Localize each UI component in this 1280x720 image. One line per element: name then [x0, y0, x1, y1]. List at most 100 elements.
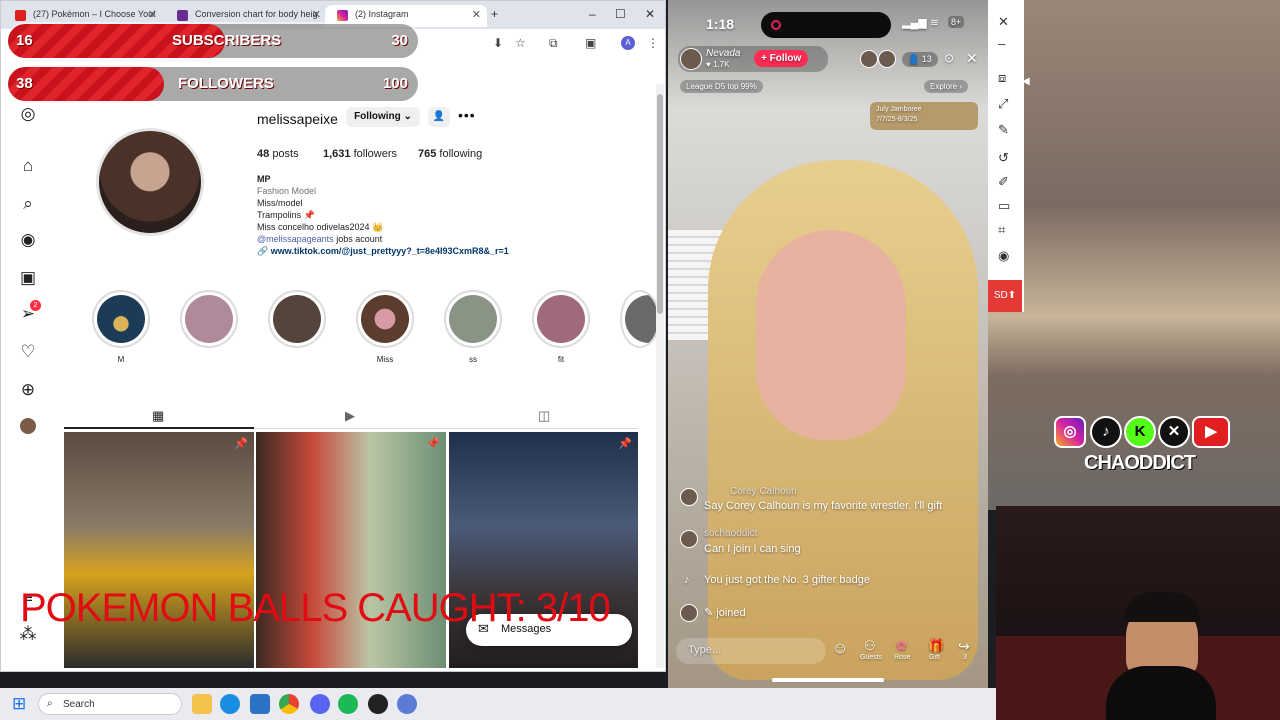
- screenshot-icon[interactable]: ⧈: [998, 70, 1006, 86]
- extensions-icon[interactable]: ⧉: [549, 36, 558, 51]
- reels-tab-icon[interactable]: ▶: [345, 408, 355, 424]
- windows-start-icon[interactable]: ⊞: [12, 694, 26, 714]
- pokemon-counter-overlay: POKEMON BALLS CAUGHT: 3/10: [20, 586, 611, 630]
- subscribers-goal-bar: 16 SUBSCRIBERS 30: [8, 24, 418, 58]
- story-highlight[interactable]: [268, 290, 326, 348]
- tiktok-live-phone: 1:18 ▂▄▆ ≋ 8+ Nevada ♥ 1.7K + Follow 👤 1…: [668, 0, 988, 688]
- viewer-avatar[interactable]: [878, 50, 896, 68]
- tiktok-note-icon: ♪: [684, 574, 690, 586]
- maximize-button[interactable]: ☐: [615, 7, 626, 21]
- suggest-user-button[interactable]: 👤: [428, 107, 450, 127]
- battery-indicator: 8+: [948, 16, 965, 28]
- store-icon[interactable]: [250, 694, 270, 714]
- scrollbar[interactable]: [656, 84, 664, 668]
- post-thumbnail[interactable]: 📌: [256, 432, 446, 668]
- install-icon[interactable]: ⬇: [493, 36, 503, 50]
- viewer-avatar[interactable]: [860, 50, 878, 68]
- event-banner[interactable]: July Jamboree 7/7/25-8/3/25: [870, 102, 978, 130]
- subscribers-goal: 30: [391, 32, 408, 49]
- bookmark-star-icon[interactable]: ☆: [515, 36, 526, 50]
- file-explorer-icon[interactable]: [192, 694, 212, 714]
- tagged-icon[interactable]: ◫: [538, 408, 550, 424]
- pen-icon[interactable]: ✐: [998, 174, 1009, 190]
- share-count: 3: [963, 654, 967, 661]
- dynamic-island: [761, 12, 891, 38]
- create-icon[interactable]: ⊕: [18, 380, 38, 400]
- spotify-icon[interactable]: [338, 694, 358, 714]
- collapse-arrow-icon[interactable]: ◀: [1022, 76, 1030, 87]
- story-highlight[interactable]: [356, 290, 414, 348]
- close-icon[interactable]: ✕: [472, 8, 481, 21]
- home-icon[interactable]: ⌂: [18, 156, 38, 176]
- join-message: ✎ joined: [704, 607, 746, 619]
- story-highlight[interactable]: [620, 290, 660, 348]
- story-highlight[interactable]: [532, 290, 590, 348]
- fullscreen-icon[interactable]: ⤢: [998, 96, 1008, 112]
- profile-avatar[interactable]: A: [621, 36, 635, 50]
- crop-icon[interactable]: ⌗: [998, 222, 1005, 238]
- new-tab-button[interactable]: +: [491, 7, 498, 21]
- scrollbar-thumb[interactable]: [657, 94, 663, 314]
- close-live-icon[interactable]: ✕: [966, 50, 978, 67]
- instagram-logo-icon[interactable]: ◎: [18, 104, 38, 124]
- search-icon[interactable]: ⌕: [18, 194, 38, 214]
- bio-mention-link[interactable]: @melissapageants: [257, 234, 334, 244]
- system-message: You just got the No. 3 gifter badge: [704, 574, 870, 586]
- bio-external-link[interactable]: 🔗 www.tiktok.com/@just_prettyyy?_t=8e4I9…: [257, 246, 509, 257]
- host-avatar[interactable]: [680, 48, 702, 70]
- explore-button[interactable]: Explore ›: [924, 80, 969, 93]
- share-icon[interactable]: ↪: [958, 638, 970, 655]
- menu-icon[interactable]: ⋮: [647, 36, 659, 50]
- following-count[interactable]: 765 following: [418, 148, 482, 160]
- gift-icon[interactable]: 🎁: [928, 638, 944, 654]
- close-window-button[interactable]: ✕: [645, 7, 655, 21]
- sd-button[interactable]: SD⬆: [988, 280, 1022, 312]
- following-button[interactable]: Following ⌄: [346, 107, 420, 127]
- explore-icon[interactable]: ◉: [18, 230, 38, 250]
- sidepanel-icon[interactable]: ▣: [585, 36, 596, 50]
- profile-avatar-large[interactable]: [96, 128, 204, 236]
- layout-icon[interactable]: ▭: [998, 198, 1010, 214]
- grid-icon[interactable]: ▦: [152, 408, 164, 424]
- pin-icon[interactable]: ✎: [998, 122, 1009, 138]
- minimize-button[interactable]: –: [589, 7, 596, 21]
- rotate-icon[interactable]: ↺: [998, 150, 1009, 166]
- story-highlight[interactable]: [444, 290, 502, 348]
- discord-icon[interactable]: [310, 694, 330, 714]
- instagram-sidebar: ◎ ⌂ ⌕ ◉ ▣ ➢ 2 ♡ ⊕ ≡ ⁂: [2, 90, 52, 650]
- chrome-icon[interactable]: [279, 694, 299, 714]
- profile-icon[interactable]: [20, 418, 36, 434]
- active-tab-indicator: [64, 427, 254, 429]
- edge-icon[interactable]: [220, 694, 240, 714]
- emoji-icon[interactable]: ☺: [832, 640, 848, 658]
- league-badge[interactable]: League D5 top 99%: [680, 80, 763, 93]
- obs-icon[interactable]: [368, 694, 388, 714]
- subscribers-current: 16: [16, 32, 33, 49]
- app-icon[interactable]: [397, 694, 417, 714]
- heart-icon[interactable]: ♡: [18, 342, 38, 362]
- posts-count[interactable]: 48 posts: [257, 148, 299, 160]
- tiktok-icon: ♪: [1090, 416, 1122, 448]
- story-highlight[interactable]: [180, 290, 238, 348]
- messages-icon[interactable]: ➢ 2: [18, 300, 41, 324]
- follow-host-button[interactable]: + Follow: [754, 50, 809, 67]
- bio-line: Miss/model: [257, 198, 303, 208]
- close-icon[interactable]: ✕: [998, 14, 1009, 30]
- reels-icon[interactable]: ▣: [18, 268, 38, 288]
- close-icon[interactable]: ✕: [148, 8, 157, 21]
- rose-icon[interactable]: ✿: [896, 638, 907, 654]
- taskbar-search[interactable]: ⌕ Search: [38, 693, 182, 715]
- record-icon[interactable]: ◉: [998, 248, 1009, 264]
- minimize-icon[interactable]: –: [998, 36, 1005, 51]
- comment-avatar: [680, 488, 698, 506]
- post-thumbnail[interactable]: 📌: [64, 432, 254, 668]
- options-icon[interactable]: •••: [458, 107, 476, 123]
- followers-count[interactable]: 1,631 followers: [323, 148, 397, 160]
- viewer-count[interactable]: 👤 13: [902, 52, 938, 67]
- close-icon[interactable]: ✕: [312, 8, 321, 21]
- story-highlight[interactable]: [92, 290, 150, 348]
- collapse-icon[interactable]: ⊙: [944, 51, 954, 65]
- guests-icon[interactable]: ⚇: [864, 638, 876, 654]
- comment-input[interactable]: Type...: [676, 638, 826, 664]
- comment-avatar: [680, 604, 698, 622]
